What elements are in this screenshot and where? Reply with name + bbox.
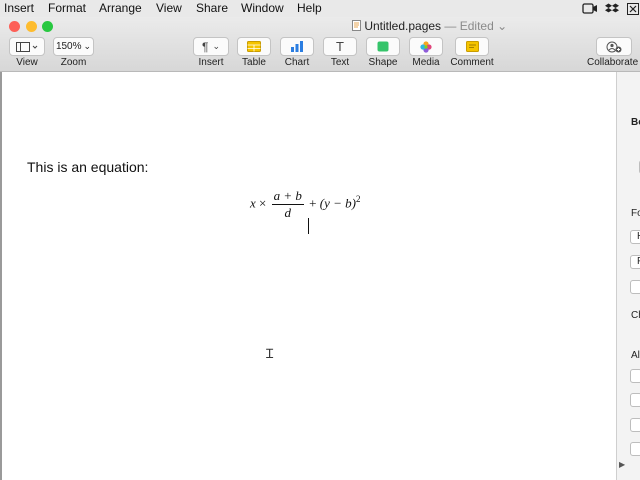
equation-variable-x: x bbox=[250, 195, 256, 211]
text-button[interactable]: T bbox=[323, 37, 357, 56]
menu-window[interactable]: Window bbox=[241, 1, 284, 15]
document-status: — Edited bbox=[444, 19, 494, 33]
equation-parenthesized-term: (y − b) bbox=[319, 195, 356, 211]
sidebar-section-alignment: Al bbox=[631, 350, 640, 361]
table-label: Table bbox=[242, 57, 266, 68]
zoom-label: Zoom bbox=[60, 57, 87, 68]
shape-button[interactable] bbox=[366, 37, 400, 56]
sidebar-align-field[interactable] bbox=[630, 369, 640, 383]
equation-plus-sign: + bbox=[309, 195, 317, 211]
chart-label: Chart bbox=[284, 57, 310, 68]
menu-insert[interactable]: Insert bbox=[4, 1, 34, 15]
status-menu-icon[interactable] bbox=[627, 3, 639, 15]
chart-button[interactable] bbox=[280, 37, 314, 56]
zoom-value: 150% bbox=[55, 41, 82, 52]
equation-times-sign: × bbox=[259, 195, 267, 211]
media-label: Media bbox=[412, 57, 440, 68]
pages-document-icon bbox=[352, 20, 361, 31]
body-text[interactable]: This is an equation: bbox=[27, 159, 148, 175]
dropbox-icon[interactable] bbox=[605, 3, 619, 15]
equation-denominator: d bbox=[284, 205, 292, 220]
menubar-status-icons bbox=[580, 0, 640, 17]
menu-arrange[interactable]: Arrange bbox=[99, 1, 142, 15]
disclosure-triangle-icon[interactable]: ▶ bbox=[619, 460, 625, 469]
shape-icon bbox=[377, 41, 389, 52]
window-toolbar: Untitled.pages — Edited ⌄ View 150% ⌄ Zo… bbox=[0, 17, 640, 72]
sidebar-tab-body[interactable]: Bo bbox=[631, 117, 640, 128]
sidebar-layout-icon bbox=[16, 41, 38, 52]
menu-format[interactable]: Format bbox=[48, 1, 86, 15]
equation-fraction: a + b d bbox=[271, 188, 304, 221]
zoom-window-button[interactable] bbox=[42, 21, 53, 32]
document-title[interactable]: Untitled.pages — Edited ⌄ bbox=[352, 19, 507, 33]
zoom-select[interactable]: 150% ⌄ bbox=[53, 37, 94, 56]
sidebar-size-field[interactable] bbox=[630, 280, 640, 294]
pilcrow-icon: ¶ bbox=[202, 39, 209, 54]
minimize-window-button[interactable] bbox=[26, 21, 37, 32]
photos-icon bbox=[420, 40, 432, 53]
insert-button[interactable]: ¶ ⌄ bbox=[193, 37, 229, 56]
text-label: Text bbox=[330, 57, 350, 68]
chevron-down-icon[interactable]: ⌄ bbox=[497, 19, 507, 33]
sidebar-section-font: Fo bbox=[631, 208, 640, 219]
screen-record-icon[interactable] bbox=[582, 3, 598, 15]
document-name: Untitled.pages bbox=[364, 19, 442, 33]
comment-button[interactable] bbox=[455, 37, 489, 56]
chevron-down-icon: ⌄ bbox=[212, 41, 220, 51]
sidebar-bullets-field[interactable] bbox=[630, 442, 640, 456]
equation-exponent: 2 bbox=[355, 194, 361, 205]
shape-label: Shape bbox=[368, 57, 398, 68]
text-insertion-cursor bbox=[308, 218, 309, 234]
sidebar-section-character: Ch bbox=[631, 310, 640, 321]
ibeam-cursor-icon: Ɪ bbox=[266, 347, 274, 362]
insert-label: Insert bbox=[198, 57, 224, 68]
chevron-down-icon: ⌄ bbox=[83, 41, 92, 51]
add-person-icon bbox=[606, 41, 622, 52]
menu-help[interactable]: Help bbox=[297, 1, 322, 15]
comment-label: Comment bbox=[450, 57, 494, 68]
table-button[interactable] bbox=[237, 37, 271, 56]
document-canvas[interactable] bbox=[0, 72, 616, 480]
media-button[interactable] bbox=[409, 37, 443, 56]
view-button[interactable] bbox=[9, 37, 45, 56]
view-label: View bbox=[16, 57, 38, 68]
bar-chart-icon bbox=[291, 41, 303, 52]
comment-icon bbox=[465, 41, 479, 52]
collaborate-button[interactable] bbox=[596, 37, 632, 56]
collaborate-label: Collaborate bbox=[587, 57, 639, 68]
sidebar-spacing-field[interactable] bbox=[630, 418, 640, 432]
format-sidebar: Bo Fo H F Ch Al ▶ bbox=[616, 72, 640, 480]
equation[interactable]: x × a + b d + (y − b)2 bbox=[250, 188, 360, 221]
text-box-icon: T bbox=[336, 39, 344, 54]
sidebar-indent-field[interactable] bbox=[630, 393, 640, 407]
menu-bar: Insert Format Arrange View Share Window … bbox=[0, 0, 640, 17]
close-window-button[interactable] bbox=[9, 21, 20, 32]
menu-view[interactable]: View bbox=[156, 1, 182, 15]
equation-numerator: a + b bbox=[271, 188, 304, 205]
menu-share[interactable]: Share bbox=[196, 1, 228, 15]
table-icon bbox=[247, 41, 261, 52]
